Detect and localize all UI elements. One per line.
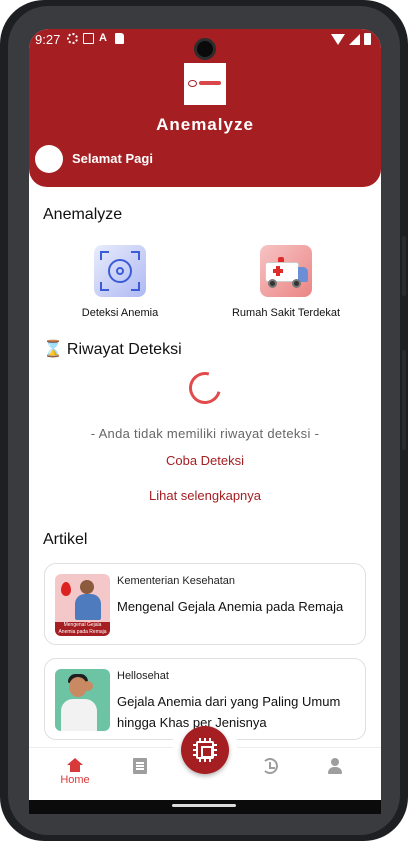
article-source: Kementerian Kesehatan [117,575,236,587]
device-frame: 9:27 A Anemalyze Selamat Pagi Anemalyze … [0,0,408,841]
loading-spinner [183,366,227,410]
nav-history[interactable] [250,758,290,774]
nav-home[interactable]: Home [55,758,95,786]
status-time: 9:27 [35,32,61,47]
target-scan-icon [94,245,146,297]
article-card[interactable]: Mengenal Gejala Anemia pada Remaja Kemen… [44,563,366,645]
chip-core [196,741,214,759]
wifi-icon [331,33,345,45]
ambulance-icon [260,245,312,297]
feature-nearest-hospital[interactable]: Rumah Sakit Terdekat [221,245,351,319]
feature-label: Deteksi Anemia [81,307,159,319]
nav-home-label: Home [60,774,90,786]
front-camera [194,38,216,60]
sd-card-icon [115,33,124,44]
home-icon [67,758,83,772]
profile-icon [327,758,343,774]
app-logo [184,63,226,105]
a-icon: A [99,32,107,44]
article-icon [133,758,147,774]
app-title: Anemalyze [156,115,254,134]
empty-history-text: - Anda tidak memiliki riwayat deteksi - [90,426,320,441]
logo-eye-icon [188,79,222,89]
notification-icons: A [67,33,124,44]
articles-section-title: Artikel [43,531,88,548]
scan-fab-button[interactable] [181,726,229,774]
gear-icon [67,33,78,44]
greeting-text: Selamat Pagi [72,151,153,166]
nav-articles[interactable] [120,758,160,774]
signal-icon [349,33,360,45]
battery-icon [364,33,371,45]
volume-button [402,236,406,296]
article-thumbnail [55,669,110,731]
try-detection-link[interactable]: Coba Deteksi [29,453,381,468]
features-section-title: Anemalyze [43,206,123,223]
nav-profile[interactable] [315,758,355,774]
avatar[interactable] [35,145,63,173]
see-more-link[interactable]: Lihat selengkapnya [29,488,381,503]
feature-label: Rumah Sakit Terdekat [231,307,341,319]
hourglass-icon: ⌛ [43,341,63,358]
history-title-text: Riwayat Deteksi [66,341,182,358]
app-header: 9:27 A Anemalyze Selamat Pagi [29,29,381,187]
home-indicator[interactable] [172,804,236,807]
article-thumbnail: Mengenal Gejala Anemia pada Remaja [55,574,110,636]
article-source: Hellosehat [117,670,169,682]
feature-detect-anemia[interactable]: Deteksi Anemia [70,245,170,319]
history-section-title: ⌛ Riwayat Deteksi [43,339,182,359]
thumbnail-caption: Mengenal Gejala Anemia pada Remaja [55,622,110,636]
article-title: Gejala Anemia dari yang Paling Umum hing… [117,694,341,730]
system-icons [331,33,371,45]
gesture-area [29,800,381,814]
app-screen: 9:27 A Anemalyze Selamat Pagi Anemalyze … [29,29,381,800]
power-button [402,350,406,450]
article-title: Mengenal Gejala Anemia pada Remaja [117,599,344,614]
gmail-icon [83,33,94,44]
history-icon [262,758,278,774]
